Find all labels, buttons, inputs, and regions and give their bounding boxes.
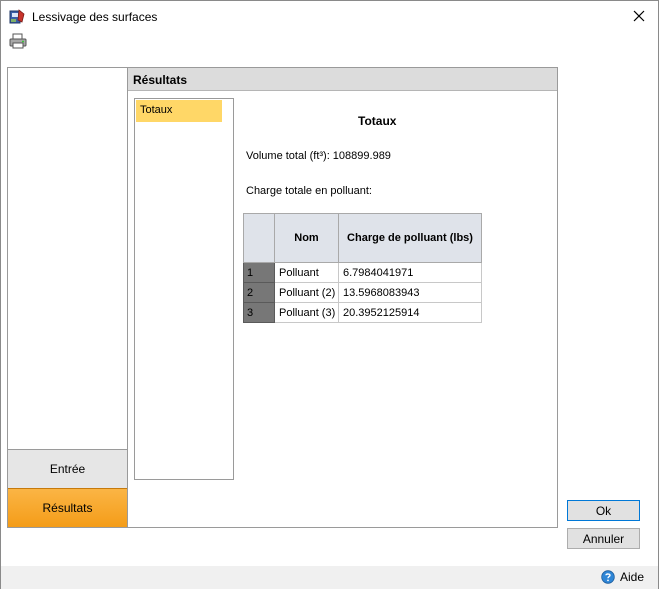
list-item-totaux[interactable]: Totaux bbox=[136, 100, 222, 122]
nav-panel: Entrée Résultats bbox=[7, 67, 128, 528]
ok-button[interactable]: Ok bbox=[567, 500, 640, 521]
cell-nom[interactable]: Polluant (2) bbox=[274, 282, 339, 303]
cell-charge[interactable]: 13.5968083943 bbox=[338, 282, 482, 303]
nav-entree-button[interactable]: Entrée bbox=[8, 449, 127, 488]
results-list[interactable]: Totaux bbox=[134, 98, 234, 480]
row-number[interactable]: 1 bbox=[243, 262, 275, 283]
help-link[interactable]: Aide bbox=[601, 570, 644, 584]
app-icon bbox=[9, 9, 25, 24]
table-row[interactable]: 3 Polluant (3) 20.3952125914 bbox=[243, 302, 482, 323]
table-header-row: Nom Charge de polluant (lbs) bbox=[243, 213, 482, 263]
volume-total-text: Volume total (ft³): 108899.989 bbox=[246, 150, 391, 162]
help-icon bbox=[601, 570, 615, 584]
annuler-button[interactable]: Annuler bbox=[567, 528, 640, 549]
row-number[interactable]: 3 bbox=[243, 302, 275, 323]
nav-resultats-button[interactable]: Résultats bbox=[8, 488, 127, 527]
column-header-charge[interactable]: Charge de polluant (lbs) bbox=[338, 213, 482, 263]
pollutant-table: Nom Charge de polluant (lbs) 1 Polluant … bbox=[243, 213, 482, 323]
close-icon bbox=[633, 10, 645, 22]
row-number[interactable]: 2 bbox=[243, 282, 275, 303]
footer-bar: Aide bbox=[1, 566, 658, 589]
cell-nom[interactable]: Polluant (3) bbox=[274, 302, 339, 323]
title-bar: Lessivage des surfaces bbox=[1, 1, 658, 32]
detail-title: Totaux bbox=[358, 114, 397, 128]
charge-totale-label: Charge totale en polluant: bbox=[246, 185, 372, 197]
cell-charge[interactable]: 6.7984041971 bbox=[338, 262, 482, 283]
close-button[interactable] bbox=[628, 6, 650, 26]
toolbar bbox=[1, 32, 658, 54]
cell-charge[interactable]: 20.3952125914 bbox=[338, 302, 482, 323]
help-label: Aide bbox=[620, 570, 645, 584]
cell-nom[interactable]: Polluant bbox=[274, 262, 339, 283]
table-row[interactable]: 1 Polluant 6.7984041971 bbox=[243, 262, 482, 283]
results-header: Résultats bbox=[128, 68, 557, 91]
column-header-nom[interactable]: Nom bbox=[274, 213, 339, 263]
table-corner-cell bbox=[243, 213, 275, 263]
table-row[interactable]: 2 Polluant (2) 13.5968083943 bbox=[243, 282, 482, 303]
results-panel: Résultats Totaux Totaux Volume total (ft… bbox=[127, 67, 558, 528]
dialog-window: Lessivage des surfaces Entrée Résultats … bbox=[0, 0, 659, 589]
print-icon[interactable] bbox=[9, 33, 27, 50]
window-title: Lessivage des surfaces bbox=[32, 10, 158, 24]
